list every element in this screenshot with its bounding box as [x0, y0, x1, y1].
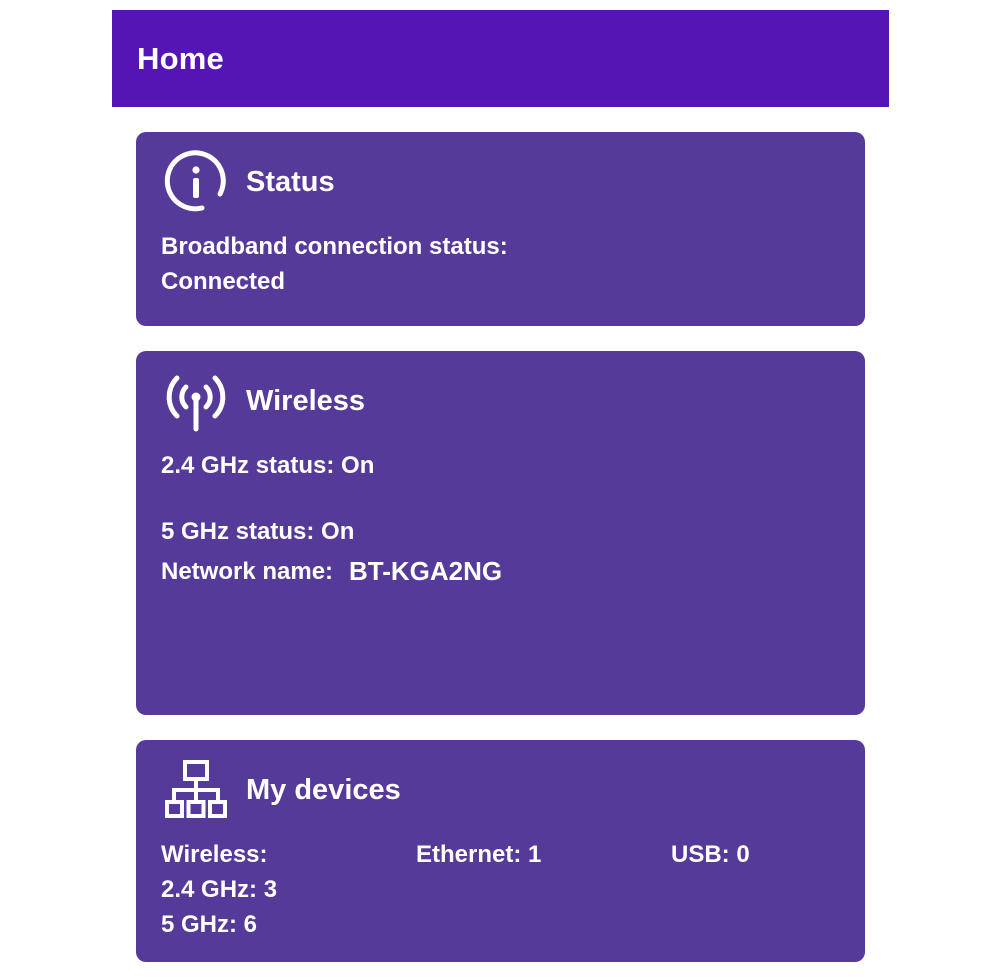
devices-card-title: My devices	[246, 773, 401, 806]
network-devices-icon	[165, 760, 227, 818]
band-24-status: 2.4 GHz status: On	[161, 452, 375, 479]
wireless-card-title: Wireless	[246, 384, 366, 417]
devices-card-header: My devices	[164, 758, 401, 822]
broadband-status-value: Connected	[161, 268, 286, 295]
usb-count: USB: 0	[671, 841, 750, 868]
status-card-header: Status	[164, 150, 335, 214]
band-5-status: 5 GHz status: On	[161, 518, 355, 545]
wireless-24-count: 2.4 GHz: 3	[161, 876, 278, 903]
page-header: Home	[112, 10, 889, 107]
page-title: Home	[137, 40, 224, 76]
wireless-card[interactable]: Wireless 2.4 GHz status: On 5 GHz status…	[136, 351, 865, 715]
antenna-icon	[166, 375, 226, 432]
network-name-value: BT-KGA2NG	[349, 556, 503, 586]
status-card-title: Status	[246, 165, 335, 198]
ethernet-count: Ethernet: 1	[416, 841, 542, 868]
broadband-status-label: Broadband connection status:	[161, 233, 508, 260]
wireless-devices-label: Wireless:	[161, 841, 268, 868]
wireless-card-header: Wireless	[164, 369, 365, 433]
status-card[interactable]: Status Broadband connection status: Conn…	[136, 132, 865, 326]
info-icon	[164, 150, 226, 212]
wireless-5-count: 5 GHz: 6	[161, 911, 258, 938]
devices-card[interactable]: My devices Wireless: 2.4 GHz: 3 5 GHz: 6…	[136, 740, 865, 962]
network-name-label: Network name:	[161, 558, 334, 585]
